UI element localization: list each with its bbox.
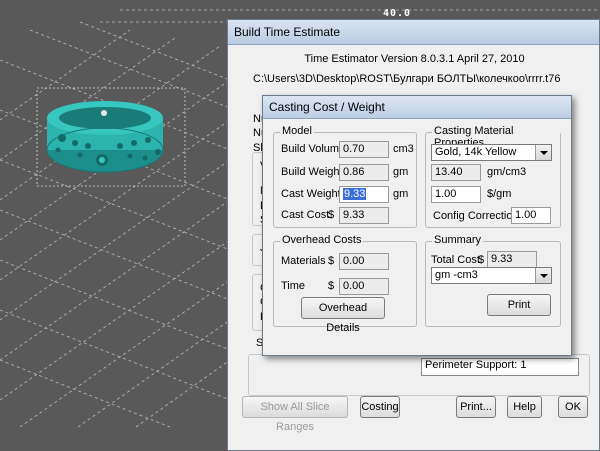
version-text: Time Estimator Version 8.0.3.1 April 27,… <box>304 53 525 65</box>
chevron-down-icon[interactable] <box>535 268 551 283</box>
build-weight-field: 0.86 <box>339 164 389 181</box>
units-dropdown[interactable]: gm -cm3 <box>431 267 552 284</box>
perimeter-support-value: Perimeter Support: 1 <box>425 359 527 371</box>
config-correction-label: Config Correction <box>433 210 519 222</box>
overhead-materials-field: 0.00 <box>339 253 389 270</box>
material-selected: Gold, 14k Yellow <box>435 146 517 158</box>
overhead-materials-label: Materials <box>281 255 326 267</box>
material-dropdown[interactable]: Gold, 14k Yellow <box>431 144 552 161</box>
total-cost-currency: $ <box>478 254 485 266</box>
cast-weight-unit: gm <box>393 188 409 200</box>
total-cost-label: Total Cost <box>431 254 480 266</box>
ring-model[interactable] <box>46 101 164 173</box>
units-selected: gm -cm3 <box>435 269 478 281</box>
dialog-title: Casting Cost / Weight <box>263 96 571 119</box>
overhead-details-button[interactable]: Overhead Details <box>301 297 385 334</box>
axis-label: 40.0 <box>383 8 412 19</box>
file-path: C:\Users\3D\Desktop\ROST\Булгари БОЛТЫ\к… <box>253 73 561 85</box>
build-weight-unit: gm <box>393 166 409 178</box>
price-input[interactable]: 1.00 <box>431 186 481 203</box>
build-volume-unit: cm3 <box>393 143 414 155</box>
build-volume-label: Build Volume <box>281 143 346 155</box>
overhead-time-label: Time <box>281 280 306 292</box>
cast-weight-label: Cast Weight <box>281 188 341 200</box>
summary-group-label: Summary <box>432 234 484 246</box>
cast-cost-field: 9.33 <box>339 207 389 224</box>
price-unit: $/gm <box>487 188 512 200</box>
casting-cost-dialog[interactable]: Casting Cost / Weight Model Build Volume… <box>262 95 572 356</box>
cast-cost-label: Cast Cost <box>281 209 330 221</box>
summary-print-button[interactable]: Print <box>487 294 551 316</box>
overhead-time-field: 0.00 <box>339 278 389 295</box>
window-title: Build Time Estimate <box>228 20 599 45</box>
density-field: 13.40 <box>431 164 481 181</box>
show-all-slice-ranges-button[interactable]: Show All Slice Ranges <box>242 396 348 433</box>
build-weight-label: Build Weight <box>281 166 343 178</box>
cast-cost-currency: $ <box>328 209 335 221</box>
density-unit: gm/cm3 <box>487 166 527 178</box>
overhead-time-currency: $ <box>328 280 335 292</box>
model-group-label: Model <box>280 125 314 137</box>
chevron-down-icon[interactable] <box>535 145 551 160</box>
total-cost-field: 9.33 <box>487 251 537 268</box>
build-volume-field: 0.70 <box>339 141 389 158</box>
overhead-materials-currency: $ <box>328 255 335 267</box>
overhead-group-label: Overhead Costs <box>280 234 364 246</box>
print-button[interactable]: Print... <box>456 396 496 418</box>
ok-button[interactable]: OK <box>558 396 588 418</box>
costing-button[interactable]: Costing <box>360 396 400 418</box>
config-correction-input[interactable]: 1.00 <box>511 207 551 224</box>
cast-weight-input[interactable]: 9.33 <box>339 186 389 203</box>
cast-weight-value: 9.33 <box>343 188 367 200</box>
help-button[interactable]: Help <box>507 396 542 418</box>
